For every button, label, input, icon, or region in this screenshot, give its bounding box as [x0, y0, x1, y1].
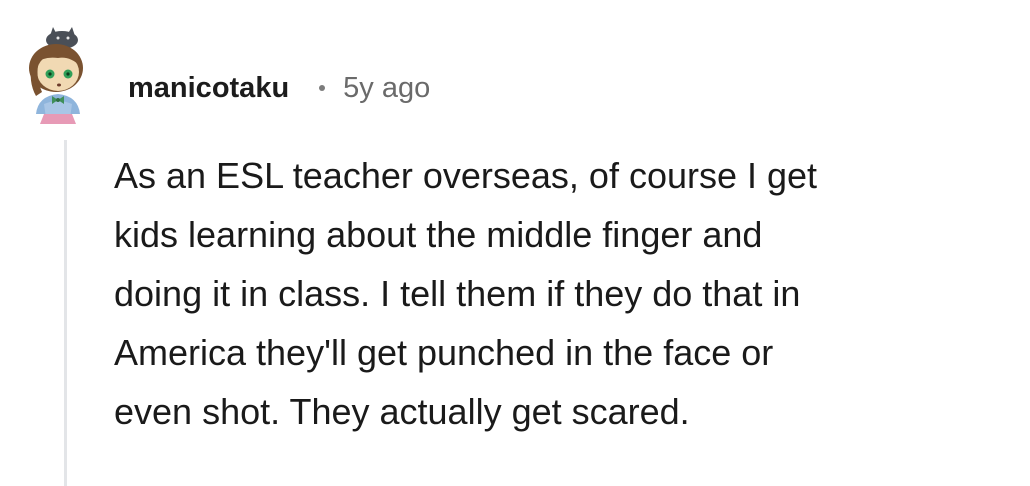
comment-body-line: As an ESL teacher overseas, of course I …: [114, 155, 818, 196]
username-link[interactable]: manicotaku: [128, 72, 289, 105]
comment-body: As an ESL teacher overseas, of course I …: [114, 146, 1014, 441]
comment-header: manicotaku 5y ago: [128, 64, 430, 112]
comment: manicotaku 5y ago As an ESL teacher over…: [0, 0, 1030, 486]
snoo-avatar-icon: [29, 27, 83, 124]
comment-body-line: doing it in class. I tell them if they d…: [114, 273, 801, 314]
comment-body-line: even shot. They actually get scared.: [114, 391, 690, 432]
thread-line[interactable]: [64, 140, 67, 486]
timestamp[interactable]: 5y ago: [343, 72, 430, 105]
comment-body-line: America they'll get punched in the face …: [114, 332, 774, 373]
avatar[interactable]: [20, 26, 92, 126]
comment-body-line: kids learning about the middle finger an…: [114, 214, 763, 255]
separator-dot: [319, 85, 326, 91]
